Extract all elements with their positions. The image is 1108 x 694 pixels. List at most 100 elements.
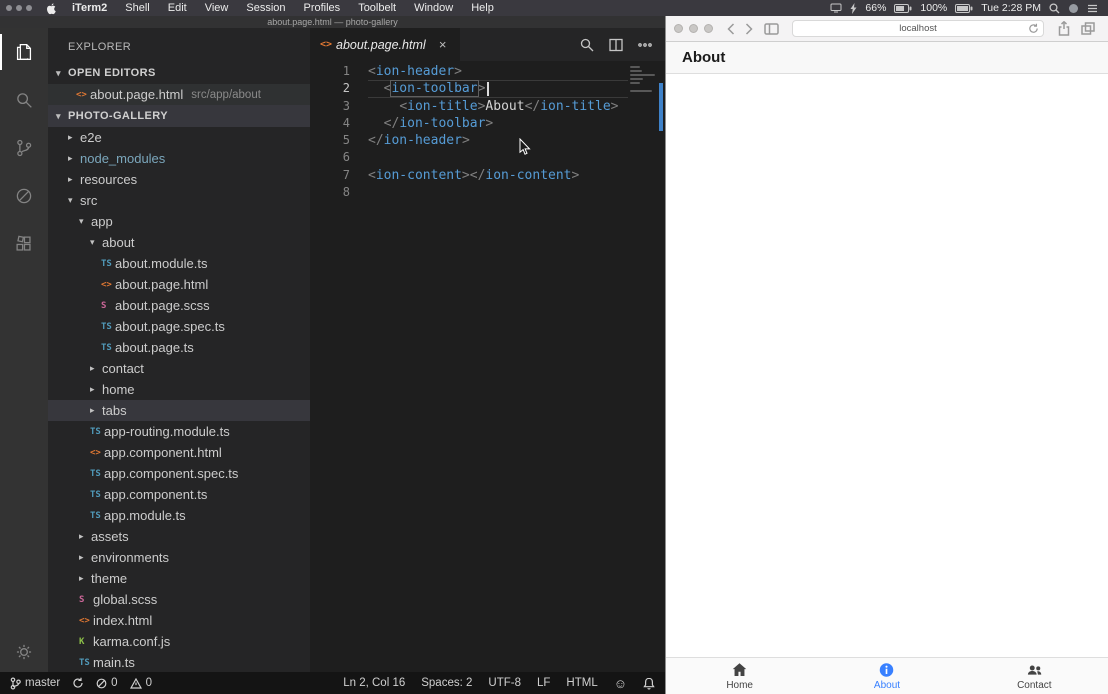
close-tab-icon[interactable]: ×: [436, 37, 450, 52]
tree-item-about-page-ts[interactable]: TSabout.page.ts: [48, 337, 310, 358]
tree-item-karma-conf-js[interactable]: Kkarma.conf.js: [48, 631, 310, 652]
forward-button[interactable]: [745, 23, 753, 35]
tree-item-app-routing-module-ts[interactable]: TSapp-routing.module.ts: [48, 421, 310, 442]
explorer-icon[interactable]: [0, 28, 48, 76]
tab-overview-icon[interactable]: [1081, 22, 1095, 35]
warnings-indicator[interactable]: 0: [130, 677, 152, 689]
language-mode[interactable]: HTML: [566, 677, 597, 689]
menu-item-iterm2[interactable]: iTerm2: [63, 2, 116, 14]
find-in-file-icon[interactable]: [579, 37, 595, 53]
tree-item-app[interactable]: ▾app: [48, 211, 310, 232]
code-line-3[interactable]: 3 <ion-title>About</ion-title>: [310, 98, 665, 115]
tree-item-tabs[interactable]: ▸tabs: [48, 400, 310, 421]
display-icon[interactable]: [830, 3, 842, 13]
sync-icon[interactable]: [72, 677, 84, 689]
bolt-icon[interactable]: [850, 3, 857, 14]
back-button[interactable]: [727, 23, 735, 35]
tree-item-node-modules[interactable]: ▸node_modules: [48, 148, 310, 169]
code-editor[interactable]: 1<ion-header>2 <ion-toolbar>3 <ion-title…: [310, 61, 665, 672]
tree-item-app-component-ts[interactable]: TSapp.component.ts: [48, 484, 310, 505]
menu-item-edit[interactable]: Edit: [159, 2, 196, 14]
minimize-window-button[interactable]: [689, 24, 698, 33]
cursor-position[interactable]: Ln 2, Col 16: [343, 677, 405, 689]
errors-indicator[interactable]: 0: [96, 677, 117, 689]
tab-about-page-html[interactable]: <> about.page.html ×: [310, 28, 460, 61]
vscode-titlebar[interactable]: about.page.html — photo-gallery: [0, 16, 665, 28]
code-line-1[interactable]: 1<ion-header>: [310, 63, 665, 80]
notification-center-icon[interactable]: [1087, 4, 1098, 13]
menu-clock[interactable]: Tue 2:28 PM: [981, 2, 1041, 14]
tree-item-app-component-spec-ts[interactable]: TSapp.component.spec.ts: [48, 463, 310, 484]
project-header[interactable]: ▾ PHOTO-GALLERY: [48, 105, 310, 127]
eol-setting[interactable]: LF: [537, 677, 550, 689]
menu-item-help[interactable]: Help: [462, 2, 503, 14]
tree-item-src[interactable]: ▾src: [48, 190, 310, 211]
address-bar[interactable]: localhost: [792, 20, 1044, 37]
open-editor-item[interactable]: <> about.page.html src/app/about: [48, 84, 310, 105]
tree-item-app-component-html[interactable]: <>app.component.html: [48, 442, 310, 463]
bottom-tab-contact[interactable]: Contact: [961, 658, 1108, 694]
search-icon[interactable]: [0, 76, 48, 124]
tree-item-theme[interactable]: ▸theme: [48, 568, 310, 589]
close-window-button[interactable]: [674, 24, 683, 33]
open-editors-header[interactable]: ▾ OPEN EDITORS: [48, 62, 310, 84]
debug-icon[interactable]: [0, 172, 48, 220]
extensions-icon[interactable]: [0, 220, 48, 268]
tree-item-about-page-html[interactable]: <>about.page.html: [48, 274, 310, 295]
menu-item-session[interactable]: Session: [237, 2, 294, 14]
overview-ruler[interactable]: [655, 61, 665, 672]
code-line-8[interactable]: 8: [310, 184, 665, 201]
code-line-7[interactable]: 7<ion-content></ion-content>: [310, 167, 665, 184]
reload-icon[interactable]: [1028, 23, 1039, 34]
battery-icon[interactable]: [894, 4, 912, 13]
minimap[interactable]: [630, 66, 655, 98]
tree-item-resources[interactable]: ▸resources: [48, 169, 310, 190]
notifications-bell-icon[interactable]: [643, 677, 655, 690]
line-content: </ion-toolbar>: [368, 115, 628, 132]
encoding-setting[interactable]: UTF-8: [488, 677, 521, 689]
tree-item-app-module-ts[interactable]: TSapp.module.ts: [48, 505, 310, 526]
zoom-window-button[interactable]: [704, 24, 713, 33]
source-control-icon[interactable]: [0, 124, 48, 172]
menu-item-shell[interactable]: Shell: [116, 2, 158, 14]
settings-gear-icon[interactable]: [0, 632, 48, 672]
siri-icon[interactable]: [1068, 3, 1079, 14]
tree-item-about-page-spec-ts[interactable]: TSabout.page.spec.ts: [48, 316, 310, 337]
tree-item-environments[interactable]: ▸environments: [48, 547, 310, 568]
tree-item-about[interactable]: ▾about: [48, 232, 310, 253]
tree-item-home[interactable]: ▸home: [48, 379, 310, 400]
menu-item-toolbelt[interactable]: Toolbelt: [349, 2, 405, 14]
split-editor-icon[interactable]: [608, 37, 624, 53]
menu-item-profiles[interactable]: Profiles: [295, 2, 350, 14]
code-line-2[interactable]: 2 <ion-toolbar>: [310, 80, 665, 97]
bottom-tab-home[interactable]: Home: [666, 658, 813, 694]
indentation-setting[interactable]: Spaces: 2: [421, 677, 472, 689]
ts-file-icon: TS: [101, 343, 115, 353]
tree-item-index-html[interactable]: <>index.html: [48, 610, 310, 631]
code-line-6[interactable]: 6: [310, 149, 665, 166]
tree-item-e2e[interactable]: ▸e2e: [48, 127, 310, 148]
tree-item-about-module-ts[interactable]: TSabout.module.ts: [48, 253, 310, 274]
feedback-smiley-icon[interactable]: ☺: [614, 677, 627, 690]
code-line-4[interactable]: 4 </ion-toolbar>: [310, 115, 665, 132]
sidebar-toggle-icon[interactable]: [764, 23, 779, 35]
tree-item-main-ts[interactable]: TSmain.ts: [48, 652, 310, 672]
menu-item-view[interactable]: View: [196, 2, 238, 14]
recording-dots: [6, 5, 32, 11]
tree-item-about-page-scss[interactable]: Sabout.page.scss: [48, 295, 310, 316]
tree-item-label: node_modules: [80, 151, 165, 166]
code-line-5[interactable]: 5</ion-header>: [310, 132, 665, 149]
tree-item-assets[interactable]: ▸assets: [48, 526, 310, 547]
menu-item-window[interactable]: Window: [405, 2, 462, 14]
more-actions-icon[interactable]: [637, 37, 653, 53]
tree-item-contact[interactable]: ▸contact: [48, 358, 310, 379]
apple-menu-icon[interactable]: [46, 2, 57, 15]
tree-item-global-scss[interactable]: Sglobal.scss: [48, 589, 310, 610]
spotlight-icon[interactable]: [1049, 3, 1060, 14]
battery-icon-2[interactable]: [955, 4, 973, 13]
scss-file-icon: S: [101, 301, 115, 311]
tree-item-label: app.component.ts: [104, 487, 207, 502]
share-icon[interactable]: [1057, 21, 1071, 36]
git-branch-indicator[interactable]: master: [10, 677, 60, 690]
bottom-tab-about[interactable]: About: [813, 658, 960, 694]
